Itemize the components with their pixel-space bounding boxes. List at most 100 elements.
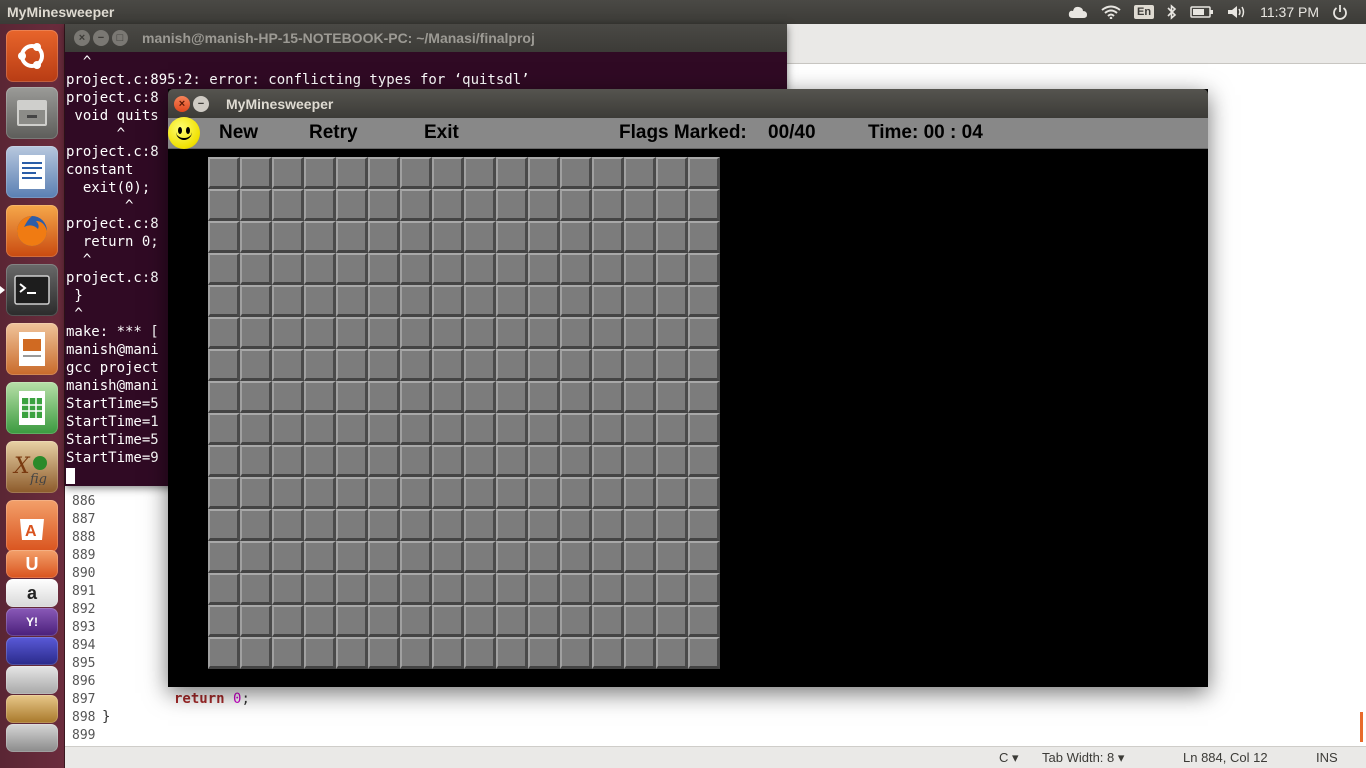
board-cell[interactable] [304, 445, 336, 477]
board-cell[interactable] [240, 317, 272, 349]
board-cell[interactable] [528, 445, 560, 477]
board-cell[interactable] [464, 637, 496, 669]
board-cell[interactable] [560, 477, 592, 509]
board-cell[interactable] [272, 157, 304, 189]
code-line-close-brace[interactable]: } [102, 709, 110, 725]
board-cell[interactable] [624, 509, 656, 541]
board-cell[interactable] [528, 541, 560, 573]
board-cell[interactable] [656, 637, 688, 669]
board-cell[interactable] [272, 221, 304, 253]
board-cell[interactable] [368, 637, 400, 669]
exit-button[interactable]: Exit [424, 122, 459, 144]
stacked-icon[interactable] [6, 666, 58, 694]
board-cell[interactable] [528, 253, 560, 285]
board-cell[interactable] [208, 413, 240, 445]
board-cell[interactable] [688, 189, 720, 221]
board-cell[interactable] [592, 477, 624, 509]
board-cell[interactable] [208, 349, 240, 381]
board-cell[interactable] [688, 477, 720, 509]
board-cell[interactable] [208, 445, 240, 477]
trash-icon[interactable] [6, 724, 58, 752]
board-cell[interactable] [656, 573, 688, 605]
board-cell[interactable] [496, 381, 528, 413]
board-cell[interactable] [624, 221, 656, 253]
board-cell[interactable] [208, 189, 240, 221]
board-cell[interactable] [624, 445, 656, 477]
board-cell[interactable] [368, 285, 400, 317]
board-cell[interactable] [592, 605, 624, 637]
board-cell[interactable] [208, 157, 240, 189]
board-cell[interactable] [624, 413, 656, 445]
cloud-icon[interactable] [1068, 0, 1088, 24]
board-cell[interactable] [272, 573, 304, 605]
board-cell[interactable] [560, 637, 592, 669]
board-cell[interactable] [624, 605, 656, 637]
board-cell[interactable] [496, 317, 528, 349]
board-cell[interactable] [496, 509, 528, 541]
board-cell[interactable] [464, 189, 496, 221]
board-cell[interactable] [336, 445, 368, 477]
board-cell[interactable] [208, 605, 240, 637]
board-cell[interactable] [272, 637, 304, 669]
board-cell[interactable] [496, 221, 528, 253]
board-cell[interactable] [528, 509, 560, 541]
board-cell[interactable] [624, 637, 656, 669]
board-cell[interactable] [592, 189, 624, 221]
board-cell[interactable] [688, 573, 720, 605]
board-cell[interactable] [304, 413, 336, 445]
board-cell[interactable] [688, 445, 720, 477]
board-cell[interactable] [656, 477, 688, 509]
board-cell[interactable] [528, 605, 560, 637]
code-line-return[interactable]: return 0; [174, 691, 250, 707]
terminal-minimize-icon[interactable]: − [93, 30, 109, 46]
editor-scrollbar[interactable] [1360, 712, 1363, 742]
power-icon[interactable] [1332, 0, 1348, 24]
board-cell[interactable] [240, 541, 272, 573]
board-cell[interactable] [208, 381, 240, 413]
board-cell[interactable] [528, 477, 560, 509]
board-cell[interactable] [688, 381, 720, 413]
board-cell[interactable] [464, 573, 496, 605]
board-cell[interactable] [336, 157, 368, 189]
board-cell[interactable] [464, 157, 496, 189]
board-cell[interactable] [592, 253, 624, 285]
board-cell[interactable] [368, 253, 400, 285]
board-cell[interactable] [336, 605, 368, 637]
board-cell[interactable] [400, 413, 432, 445]
board-cell[interactable] [336, 253, 368, 285]
board-cell[interactable] [304, 509, 336, 541]
smiley-face-icon[interactable] [168, 117, 200, 149]
board-cell[interactable] [336, 573, 368, 605]
board-cell[interactable] [592, 317, 624, 349]
board-cell[interactable] [400, 349, 432, 381]
board-cell[interactable] [272, 253, 304, 285]
board-cell[interactable] [432, 637, 464, 669]
board-cell[interactable] [272, 541, 304, 573]
board-cell[interactable] [240, 637, 272, 669]
board-cell[interactable] [432, 381, 464, 413]
ubuntu-one-icon[interactable]: U [6, 550, 58, 578]
workspaces-icon[interactable] [6, 637, 58, 665]
board-cell[interactable] [656, 445, 688, 477]
board-cell[interactable] [624, 285, 656, 317]
board-cell[interactable] [400, 509, 432, 541]
board-cell[interactable] [400, 317, 432, 349]
board-cell[interactable] [688, 253, 720, 285]
bluetooth-icon[interactable] [1167, 0, 1177, 24]
retry-button[interactable]: Retry [309, 122, 358, 144]
board-cell[interactable] [304, 381, 336, 413]
board-cell[interactable] [432, 349, 464, 381]
board-cell[interactable] [304, 605, 336, 637]
board-cell[interactable] [496, 157, 528, 189]
software-center-icon[interactable]: A [6, 500, 58, 552]
board-cell[interactable] [528, 285, 560, 317]
board-cell[interactable] [208, 509, 240, 541]
volume-icon[interactable] [1227, 0, 1247, 24]
board-cell[interactable] [208, 317, 240, 349]
board-cell[interactable] [560, 189, 592, 221]
board-cell[interactable] [560, 285, 592, 317]
board-cell[interactable] [464, 221, 496, 253]
board-cell[interactable] [400, 189, 432, 221]
board-cell[interactable] [368, 573, 400, 605]
board-cell[interactable] [240, 477, 272, 509]
